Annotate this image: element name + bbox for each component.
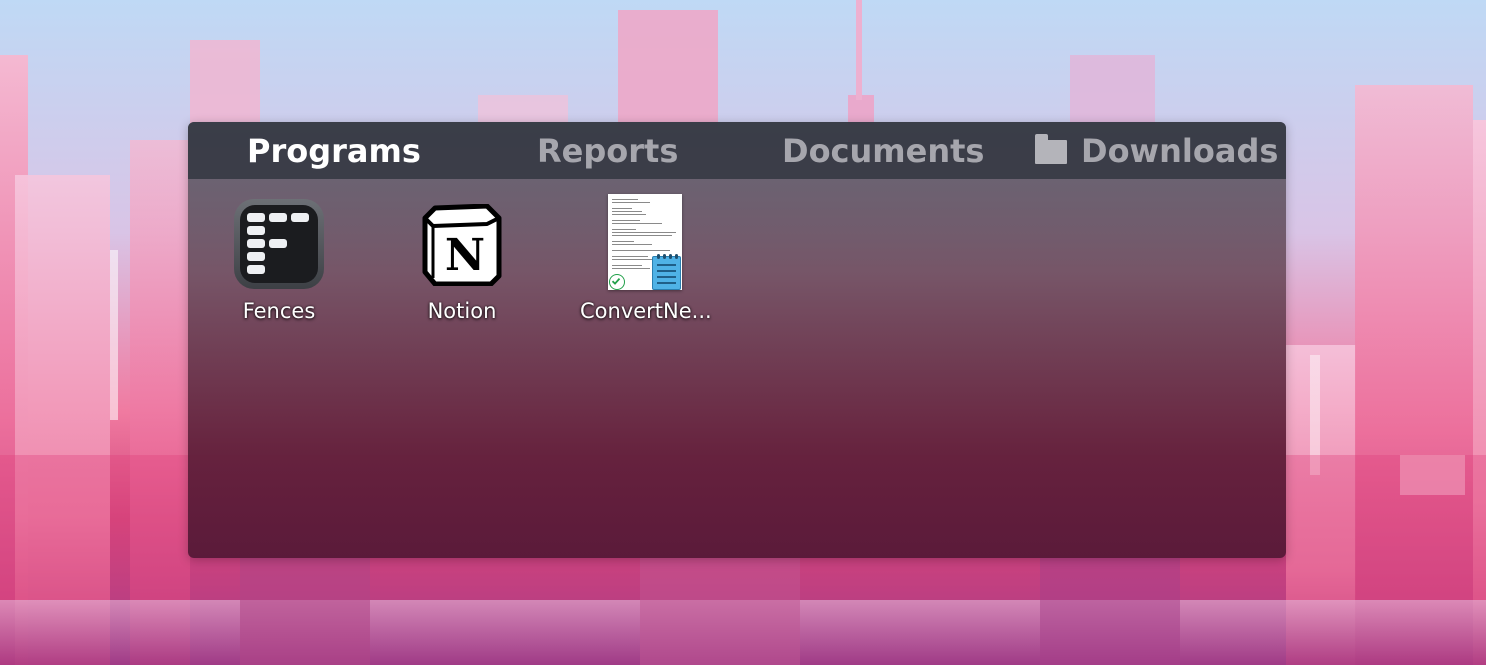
fence-tab-bar: Programs Reports Documents Downloads: [188, 122, 1286, 179]
folder-icon: [1035, 134, 1067, 164]
text-document-thumbnail: [608, 194, 682, 290]
tab-reports-label: Reports: [537, 132, 679, 170]
icon-label-notion: Notion: [427, 299, 497, 323]
svg-text:N: N: [445, 230, 485, 281]
tab-downloads-label: Downloads: [1081, 132, 1279, 170]
sync-check-icon: [609, 274, 625, 290]
icon-label-fences: Fences: [242, 299, 316, 323]
tab-programs-label: Programs: [247, 132, 421, 170]
notepad-icon: [652, 254, 681, 290]
tab-reports[interactable]: Reports: [537, 122, 678, 179]
tab-documents[interactable]: Documents: [782, 122, 984, 179]
icon-label-document: ConvertNe...: [580, 299, 712, 323]
tab-programs[interactable]: Programs: [247, 122, 421, 179]
tab-downloads[interactable]: Downloads: [1035, 122, 1278, 179]
desktop-wallpaper: Programs Reports Documents Downloads Fen…: [0, 0, 1486, 665]
tab-documents-label: Documents: [782, 132, 985, 170]
desktop-icon-document[interactable]: ConvertNe...: [580, 194, 712, 334]
fence-panel: Programs Reports Documents Downloads Fen…: [188, 122, 1286, 558]
desktop-icon-notion[interactable]: N Notion: [371, 194, 553, 334]
desktop-icon-fences[interactable]: Fences: [188, 194, 370, 334]
notion-app-icon: N: [422, 204, 502, 286]
fences-app-icon: [234, 199, 324, 289]
